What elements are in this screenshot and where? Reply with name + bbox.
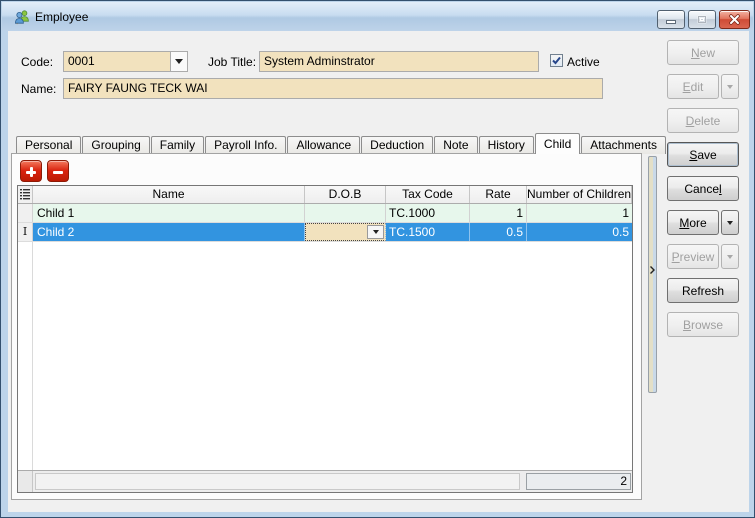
cell-number-of-children[interactable]: 0.5 — [527, 223, 632, 241]
chevron-down-icon — [727, 254, 733, 259]
new-button: New — [667, 40, 739, 65]
column-header-name[interactable]: Name — [33, 186, 305, 203]
cell-dob[interactable] — [305, 223, 386, 241]
grid-footer: 2 — [18, 470, 632, 492]
cell-number-of-children[interactable]: 1 — [527, 204, 632, 222]
chevron-down-icon — [727, 84, 733, 89]
close-button[interactable] — [719, 10, 750, 29]
minimize-icon — [666, 19, 676, 24]
chevron-down-icon — [372, 230, 379, 234]
active-checkbox[interactable] — [550, 54, 563, 67]
edit-button: Edit — [667, 74, 719, 99]
save-button[interactable]: Save — [667, 142, 739, 167]
preview-button: Preview — [667, 244, 719, 269]
refresh-button[interactable]: Refresh — [667, 278, 739, 303]
grid-empty-area — [18, 242, 632, 470]
titlebar[interactable]: Employee — [2, 2, 753, 31]
cell-rate[interactable]: 1 — [470, 204, 527, 222]
code-value: 0001 — [68, 54, 95, 68]
cell-tax-code[interactable]: TC.1000 — [386, 204, 470, 222]
tab-family[interactable]: Family — [150, 136, 205, 154]
chevron-down-icon — [727, 220, 733, 225]
column-header-tax-code[interactable]: Tax Code — [386, 186, 470, 203]
cell-name[interactable]: Child 1 — [33, 204, 305, 222]
chevron-down-icon — [175, 59, 183, 64]
active-label: Active — [567, 55, 600, 69]
column-header-d-o-b[interactable]: D.O.B — [305, 186, 386, 203]
job-title-value: System Adminstrator — [264, 54, 375, 68]
grid-header-row: Name D.O.B Tax Code Rate Number of Children — [18, 186, 632, 204]
minimize-button[interactable] — [657, 10, 685, 29]
tab-note[interactable]: Note — [434, 136, 478, 154]
cell-rate[interactable]: 0.5 — [470, 223, 527, 241]
maximize-button[interactable] — [688, 10, 716, 29]
panel-splitter[interactable] — [648, 156, 657, 393]
side-button-panel: New Edit Delete Save Cancel More Preview Refres… — [667, 40, 739, 346]
more-button[interactable]: More — [667, 210, 719, 235]
grid-options-icon[interactable] — [18, 186, 33, 203]
browse-button: Browse — [667, 312, 739, 337]
code-label: Code: — [21, 55, 54, 69]
row-indicator — [18, 204, 33, 222]
name-label: Name: — [21, 82, 57, 96]
preview-dropdown-button — [721, 244, 739, 269]
children-count-summary: 2 — [526, 473, 631, 490]
tab-allowance[interactable]: Allowance — [287, 136, 361, 154]
job-title-field[interactable]: System Adminstrator — [259, 51, 539, 72]
employees-icon — [14, 9, 30, 25]
job-title-label: Job Title: — [208, 55, 257, 69]
tab-grouping[interactable]: Grouping — [82, 136, 150, 154]
tab-child[interactable]: Child — [534, 133, 581, 154]
edit-dropdown-button — [721, 74, 739, 99]
children-grid: Name D.O.B Tax Code Rate Number of Children … — [17, 185, 633, 493]
maximize-restore-icon — [697, 15, 707, 23]
tab-personal[interactable]: Personal — [16, 136, 82, 154]
cell-dob[interactable] — [305, 204, 386, 222]
remove-row-button[interactable] — [47, 160, 69, 182]
close-icon — [729, 14, 740, 25]
column-header-rate[interactable]: Rate — [470, 186, 527, 203]
row-edit-indicator: I — [18, 223, 33, 241]
tab-strip: Personal Grouping Family Payroll Info. Allow… — [16, 133, 666, 154]
footer-indicator-cell — [18, 471, 33, 492]
name-value: FAIRY FAUNG TECK WAI — [68, 81, 208, 95]
tab-history[interactable]: History — [478, 136, 534, 154]
collapse-right-icon — [650, 266, 655, 274]
tab-attachments[interactable]: Attachments — [581, 136, 666, 154]
name-field[interactable]: FAIRY FAUNG TECK WAI — [63, 78, 603, 99]
code-dropdown-button[interactable] — [170, 52, 187, 71]
cancel-button[interactable]: Cancel — [667, 176, 739, 201]
add-row-button[interactable] — [20, 160, 42, 182]
checkmark-icon — [552, 56, 561, 65]
dob-dropdown-button[interactable] — [367, 225, 384, 239]
tab-payroll-info[interactable]: Payroll Info. — [205, 136, 287, 154]
code-combobox[interactable]: 0001 — [63, 51, 188, 72]
delete-button: Delete — [667, 108, 739, 133]
grid-row-1[interactable]: Child 1 TC.1000 1 1 — [18, 204, 632, 223]
cell-name[interactable]: Child 2 — [33, 223, 305, 241]
column-header-number-of-children[interactable]: Number of Children — [527, 186, 632, 203]
tab-deduction[interactable]: Deduction — [361, 136, 434, 154]
window-title: Employee — [35, 10, 89, 24]
more-dropdown-button[interactable] — [721, 210, 739, 235]
cell-tax-code[interactable]: TC.1500 — [386, 223, 470, 241]
employee-window: Employee Code: 0001 Job Title: System Ad… — [0, 0, 755, 518]
horizontal-scrollbar[interactable] — [35, 473, 520, 490]
grid-rows: Child 1 TC.1000 1 1 I Child 2 TC.1500 0.5 0.5 — [18, 204, 632, 242]
grid-row-2[interactable]: I Child 2 TC.1500 0.5 0.5 — [18, 223, 632, 242]
